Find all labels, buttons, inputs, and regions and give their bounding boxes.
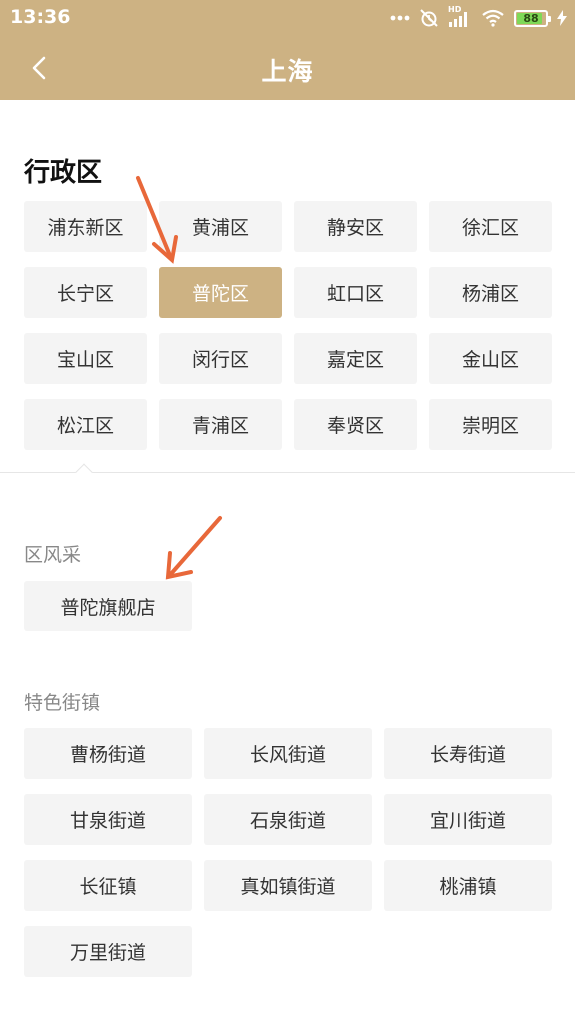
street-tag-7[interactable]: 长征镇 [24, 860, 192, 911]
district-tag-16[interactable]: 崇明区 [429, 399, 552, 450]
street-tag-2[interactable]: 长风街道 [204, 728, 372, 779]
district-tag-1[interactable]: 浦东新区 [24, 201, 147, 252]
street-tag-1[interactable]: 曹杨街道 [24, 728, 192, 779]
district-tag-5[interactable]: 长宁区 [24, 267, 147, 318]
battery-icon: 88 [514, 9, 551, 27]
district-tag-9[interactable]: 宝山区 [24, 333, 147, 384]
charging-bolt-icon [557, 10, 567, 26]
battery-percent: 88 [523, 11, 539, 25]
street-tag-9[interactable]: 桃浦镇 [384, 860, 552, 911]
district-tag-10[interactable]: 闵行区 [159, 333, 282, 384]
wifi-icon [482, 9, 504, 27]
district-tag-13[interactable]: 松江区 [24, 399, 147, 450]
district-tag-11[interactable]: 嘉定区 [294, 333, 417, 384]
street-tag-3[interactable]: 长寿街道 [384, 728, 552, 779]
page-title: 上海 [261, 57, 314, 86]
status-time: 13:36 [10, 6, 71, 28]
signal-group: HD [448, 5, 472, 28]
district-section-heading: 行政区 [24, 158, 103, 188]
street-tag-8[interactable]: 真如镇街道 [204, 860, 372, 911]
street-tag-6[interactable]: 宜川街道 [384, 794, 552, 845]
annotation-arrow-feature [165, 516, 222, 580]
alarm-off-icon [420, 9, 438, 27]
status-bar: 13:36 HD 88 [0, 0, 575, 36]
district-tag-2[interactable]: 黄浦区 [159, 201, 282, 252]
district-tag-7[interactable]: 虹口区 [294, 267, 417, 318]
app-header: 13:36 HD 88 上海 [0, 0, 575, 100]
district-tag-14[interactable]: 青浦区 [159, 399, 282, 450]
district-tag-6[interactable]: 普陀区 [159, 267, 282, 318]
street-tag-4[interactable]: 甘泉街道 [24, 794, 192, 845]
signal-icon [449, 12, 467, 27]
district-tag-4[interactable]: 徐汇区 [429, 201, 552, 252]
street-section-heading: 特色街镇 [24, 692, 101, 714]
district-tag-8[interactable]: 杨浦区 [429, 267, 552, 318]
district-tag-3[interactable]: 静安区 [294, 201, 417, 252]
street-tag-5[interactable]: 石泉街道 [204, 794, 372, 845]
feature-section-heading: 区风采 [24, 544, 82, 566]
status-icons: HD 88 [390, 5, 567, 29]
district-tag-12[interactable]: 金山区 [429, 333, 552, 384]
divider-notch [75, 463, 93, 481]
street-tag-10[interactable]: 万里街道 [24, 926, 192, 977]
feature-tag-1[interactable]: 普陀旗舰店 [24, 581, 192, 631]
district-tag-15[interactable]: 奉贤区 [294, 399, 417, 450]
more-dots-icon [390, 15, 410, 21]
